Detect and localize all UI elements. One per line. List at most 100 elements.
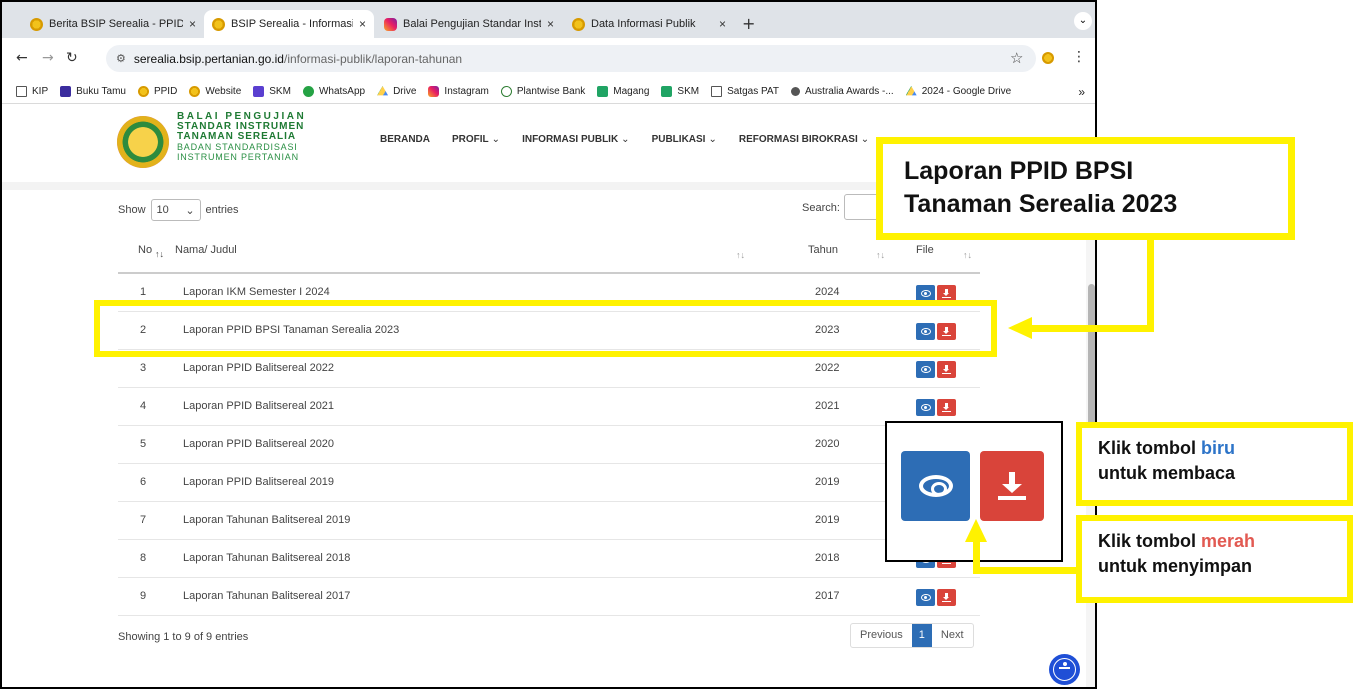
- bookmark-website[interactable]: Website: [189, 86, 241, 97]
- next-button[interactable]: Next: [932, 624, 973, 647]
- nav-publikasi[interactable]: PUBLIKASI ⌄: [652, 134, 717, 145]
- reload-icon[interactable]: ↻: [66, 50, 78, 66]
- bookmark-google-drive[interactable]: 2024 - Google Drive: [905, 86, 1011, 97]
- bookmark-skm-2[interactable]: SKM: [661, 86, 699, 97]
- bookmarks-more-icon[interactable]: »: [1078, 85, 1085, 99]
- bookmark-instagram[interactable]: Instagram: [428, 86, 489, 97]
- logo-text[interactable]: BALAI PENGUJIAN STANDAR INSTRUMEN TANAMA…: [177, 112, 306, 163]
- sort-icon[interactable]: ↑↓: [155, 249, 164, 259]
- profile-avatar-icon[interactable]: [1042, 52, 1054, 64]
- chevron-down-icon: ⌄: [621, 134, 630, 145]
- callout-annotation: Laporan PPID BPSI Tanaman Serealia 2023: [876, 137, 1295, 240]
- folder-icon: [711, 86, 723, 97]
- logo-line: BADAN STANDARDISASI: [177, 142, 298, 152]
- note-red: Klik tombol merah untuk menyimpan: [1076, 515, 1353, 603]
- eye-icon: [920, 404, 931, 411]
- plant-icon: [500, 86, 512, 97]
- row-year: 2021: [815, 400, 840, 412]
- bookmark-magang[interactable]: Magang: [597, 86, 649, 97]
- drive-icon: [905, 86, 917, 96]
- sun-logo-icon: [212, 17, 225, 31]
- row-year: 2019: [815, 514, 840, 526]
- row-title: Laporan PPID Balitsereal 2019: [183, 476, 335, 488]
- sort-icon[interactable]: ↑↓: [963, 250, 972, 260]
- tab-informasi-publik[interactable]: BSIP Serealia - Informasi Publ ×: [204, 10, 374, 38]
- view-button[interactable]: [916, 589, 935, 606]
- page-1-button[interactable]: 1: [911, 624, 932, 647]
- row-number: 6: [140, 476, 147, 488]
- row-number: 7: [140, 514, 147, 526]
- column-year[interactable]: Tahun: [808, 244, 838, 256]
- column-title[interactable]: Nama/ Judul: [175, 244, 237, 256]
- view-button[interactable]: [916, 361, 935, 378]
- accessibility-button[interactable]: [1049, 654, 1080, 685]
- note-text: Klik tombol: [1098, 438, 1201, 458]
- close-icon[interactable]: ×: [547, 17, 554, 31]
- download-button[interactable]: [937, 399, 956, 416]
- chevron-down-icon: ⌄: [185, 204, 195, 217]
- new-tab-button[interactable]: +: [742, 14, 755, 33]
- table-row: 8 Laporan Tahunan Balitsereal 2018 2018: [118, 540, 980, 578]
- row-number: 3: [140, 362, 147, 374]
- site-settings-icon[interactable]: ⚙: [116, 52, 126, 65]
- nav-reformasi-birokrasi[interactable]: REFORMASI BIROKRASI ⌄: [739, 134, 869, 145]
- sheet-icon: [597, 86, 609, 97]
- bookmark-star-icon[interactable]: ☆: [1010, 49, 1023, 67]
- institution-logo-icon[interactable]: [117, 116, 169, 168]
- view-button[interactable]: [916, 399, 935, 416]
- bookmark-drive[interactable]: Drive: [377, 86, 416, 97]
- close-icon[interactable]: ×: [359, 17, 366, 31]
- bookmark-label: Website: [205, 86, 242, 97]
- documents-table: No ↑↓ Nama/ Judul ↑↓ Tahun ↑↓ File ↑↓ 1 L…: [118, 234, 980, 616]
- bookmark-label: Australia Awards -...: [804, 86, 894, 97]
- nav-profil[interactable]: PROFIL ⌄: [452, 134, 500, 145]
- row-title: Laporan PPID Balitsereal 2020: [183, 438, 335, 450]
- bookmark-ppid[interactable]: PPID: [137, 86, 177, 97]
- address-bar[interactable]: ⚙ serealia.bsip.pertanian.go.id /informa…: [106, 45, 1036, 72]
- note-blue: Klik tombol biru untuk membaca: [1076, 422, 1353, 506]
- bookmark-plantwise[interactable]: Plantwise Bank: [500, 86, 586, 97]
- bookmark-label: Buku Tamu: [76, 86, 126, 97]
- forward-arrow-icon[interactable]: →: [42, 50, 54, 66]
- close-icon[interactable]: ×: [719, 17, 726, 31]
- download-button[interactable]: [937, 361, 956, 378]
- bookmark-australia[interactable]: Australia Awards -...: [790, 86, 894, 97]
- nav-beranda[interactable]: BERANDA: [380, 134, 430, 145]
- tab-search-button[interactable]: ⌄: [1074, 12, 1092, 30]
- folder-icon: [16, 86, 27, 97]
- previous-button[interactable]: Previous: [851, 624, 912, 647]
- bookmark-label: Instagram: [444, 86, 489, 97]
- nav-label: BERANDA: [380, 134, 430, 145]
- back-arrow-icon[interactable]: ←: [16, 50, 28, 66]
- column-file[interactable]: File: [916, 244, 934, 256]
- bookmark-skm[interactable]: SKM: [253, 86, 291, 97]
- bookmark-label: Plantwise Bank: [516, 86, 586, 97]
- bookmark-satgas[interactable]: Satgas PAT: [711, 86, 779, 97]
- address-row: ← → ↻ ⚙ serealia.bsip.pertanian.go.id /i…: [2, 38, 1095, 80]
- row-year: 2020: [815, 438, 840, 450]
- column-no[interactable]: No: [138, 244, 152, 256]
- close-icon[interactable]: ×: [189, 17, 196, 31]
- eye-icon: [920, 366, 931, 373]
- row-number: 1: [140, 286, 147, 298]
- menu-kebab-icon[interactable]: ⋮: [1072, 49, 1086, 65]
- tab-data-informasi[interactable]: Data Informasi Publik ×: [564, 10, 734, 38]
- bookmark-buku-tamu[interactable]: Buku Tamu: [60, 86, 126, 97]
- bookmark-whatsapp[interactable]: WhatsApp: [302, 86, 365, 97]
- tab-balai-pengujian[interactable]: Balai Pengujian Standar Instru ×: [376, 10, 562, 38]
- arrow-left-icon: [1008, 317, 1032, 339]
- bookmark-label: SKM: [269, 86, 291, 97]
- sort-icon[interactable]: ↑↓: [876, 250, 885, 260]
- entries-control: Show 10 ⌄ entries: [118, 199, 239, 221]
- zoomed-download-button: [980, 451, 1044, 521]
- nav-informasi-publik[interactable]: INFORMASI PUBLIK ⌄: [522, 134, 630, 145]
- row-highlight-annotation: [94, 300, 997, 357]
- bookmark-kip[interactable]: KIP: [16, 86, 48, 97]
- entries-select[interactable]: 10 ⌄: [150, 199, 201, 221]
- sheet-icon: [661, 86, 673, 97]
- arrow-up-icon: [965, 519, 987, 542]
- tab-berita[interactable]: Berita BSIP Serealia - PPID U ×: [22, 10, 204, 38]
- sort-icon[interactable]: ↑↓: [736, 250, 745, 260]
- tab-label: BSIP Serealia - Informasi Publ: [231, 18, 353, 30]
- download-button[interactable]: [937, 589, 956, 606]
